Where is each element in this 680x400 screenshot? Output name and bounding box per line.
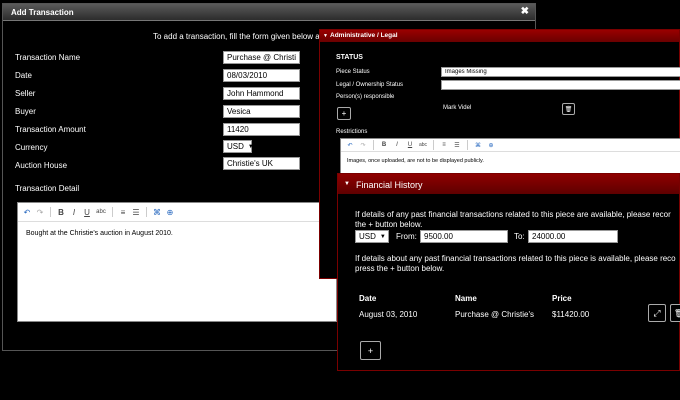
- toolbar-divider: [112, 207, 113, 217]
- close-icon[interactable]: ✖: [521, 6, 529, 17]
- link-icon[interactable]: ⌘: [152, 208, 162, 217]
- legal-status-label: Legal / Ownership Status: [336, 82, 404, 88]
- underline-icon[interactable]: U: [82, 208, 92, 217]
- table-row: August 03, 2010 Purchase @ Christie's $1…: [338, 304, 680, 326]
- currency-value: USD: [227, 142, 244, 151]
- add-transaction-button[interactable]: +: [360, 341, 381, 360]
- table-header-date: Date: [359, 294, 377, 303]
- status-section-title: STATUS: [336, 54, 363, 61]
- persons-responsible-label: Person(s) responsible: [336, 94, 395, 100]
- redo-icon[interactable]: ↷: [35, 208, 45, 217]
- expand-icon: ⤢: [653, 307, 661, 318]
- financial-intro-line1: If details of any past financial transac…: [355, 210, 671, 219]
- financial-intro-line2: the + button below.: [355, 220, 423, 229]
- chevron-down-icon: ▼: [247, 143, 254, 150]
- undo-icon[interactable]: ↶: [22, 208, 32, 217]
- financial-info-line1: If details about any past financial tran…: [355, 254, 676, 263]
- transaction-detail-label: Transaction Detail: [15, 184, 80, 193]
- auction-house-input[interactable]: [223, 157, 300, 170]
- editor-toolbar: ↶ ↷ B I U abc ≡ ☰ ⌘ ⊕: [18, 203, 336, 222]
- detail-text: Bought at the Christie's auction in Augu…: [26, 230, 173, 237]
- strikethrough-icon[interactable]: abc: [95, 209, 107, 215]
- amount-label: Transaction Amount: [15, 125, 86, 134]
- auction-house-label: Auction House: [15, 161, 68, 170]
- unordered-list-icon[interactable]: ☰: [131, 208, 141, 217]
- to-label: To:: [514, 232, 525, 241]
- italic-icon[interactable]: I: [69, 208, 79, 217]
- dialog-titlebar[interactable]: Add Transaction ✖: [3, 4, 535, 21]
- row-price: $11420.00: [552, 310, 590, 319]
- currency-select[interactable]: USD ▼: [223, 140, 254, 153]
- collapse-triangle-icon: ▼: [344, 181, 350, 187]
- dialog-instructions: To add a transaction, fill the form give…: [153, 32, 347, 41]
- seller-label: Seller: [15, 89, 36, 98]
- buyer-input[interactable]: [223, 105, 300, 118]
- row-name: Purchase @ Christie's: [455, 310, 535, 319]
- toolbar-divider: [433, 140, 434, 150]
- to-amount-input[interactable]: [528, 230, 618, 243]
- trash-icon: 🗑: [673, 308, 680, 318]
- ordered-list-icon[interactable]: ≡: [439, 142, 449, 148]
- from-amount-input[interactable]: [420, 230, 508, 243]
- piece-status-input[interactable]: [441, 67, 680, 77]
- financial-currency-value: USD: [359, 232, 376, 241]
- financial-history-panel: ▼ Financial History If details of any pa…: [337, 173, 680, 371]
- restrictions-editor[interactable]: ↶ ↷ B I U abc ≡ ☰ ⌘ ⊕ Images, once uploa…: [340, 138, 680, 174]
- collapse-triangle-icon: ▼: [323, 33, 328, 39]
- toolbar-divider: [373, 140, 374, 150]
- buyer-label: Buyer: [15, 107, 36, 116]
- admin-panel-header[interactable]: ▼ Administrative / Legal: [320, 30, 679, 42]
- restrictions-text: Images, once uploaded, are not to be dis…: [347, 158, 484, 164]
- bold-icon[interactable]: B: [379, 142, 389, 148]
- image-icon[interactable]: ⊕: [165, 208, 175, 217]
- toolbar-divider: [146, 207, 147, 217]
- toolbar-divider: [50, 207, 51, 217]
- toolbar-divider: [467, 140, 468, 150]
- delete-person-button[interactable]: 🗑: [562, 103, 575, 115]
- restrictions-label: Restrictions: [336, 129, 368, 135]
- admin-panel-title: Administrative / Legal: [330, 32, 398, 39]
- date-input[interactable]: [223, 69, 300, 82]
- restrictions-toolbar: ↶ ↷ B I U abc ≡ ☰ ⌘ ⊕: [341, 139, 680, 152]
- underline-icon[interactable]: U: [405, 142, 415, 148]
- financial-currency-select[interactable]: USD ▼: [355, 230, 389, 243]
- transaction-detail-editor[interactable]: ↶ ↷ B I U abc ≡ ☰ ⌘ ⊕ Bought at the Chri…: [17, 202, 337, 322]
- unordered-list-icon[interactable]: ☰: [452, 142, 462, 149]
- strikethrough-icon[interactable]: abc: [418, 142, 428, 148]
- italic-icon[interactable]: I: [392, 142, 402, 148]
- date-label: Date: [15, 71, 32, 80]
- ordered-list-icon[interactable]: ≡: [118, 208, 128, 217]
- delete-transaction-button[interactable]: 🗑: [670, 304, 680, 322]
- seller-input[interactable]: [223, 87, 300, 100]
- chevron-down-icon: ▼: [379, 233, 386, 240]
- financial-history-header[interactable]: ▼ Financial History: [338, 174, 679, 194]
- bold-icon[interactable]: B: [56, 208, 66, 217]
- image-icon[interactable]: ⊕: [486, 142, 496, 149]
- add-person-button[interactable]: +: [337, 107, 351, 120]
- legal-status-input[interactable]: [441, 80, 680, 90]
- plus-icon: +: [367, 345, 374, 356]
- table-header-price: Price: [552, 294, 572, 303]
- transaction-name-label: Transaction Name: [15, 53, 81, 62]
- row-date: August 03, 2010: [359, 310, 418, 319]
- currency-label: Currency: [15, 143, 48, 152]
- edit-transaction-button[interactable]: ⤢: [648, 304, 666, 322]
- link-icon[interactable]: ⌘: [473, 142, 483, 149]
- dialog-title: Add Transaction: [11, 8, 74, 17]
- undo-icon[interactable]: ↶: [345, 142, 355, 149]
- redo-icon[interactable]: ↷: [358, 142, 368, 149]
- amount-input[interactable]: [223, 123, 300, 136]
- from-label: From:: [396, 232, 417, 241]
- table-header-name: Name: [455, 294, 477, 303]
- financial-history-title: Financial History: [356, 180, 423, 190]
- financial-info-line2: press the + button below.: [355, 264, 445, 273]
- trash-icon: 🗑: [564, 106, 573, 113]
- piece-status-label: Piece Status: [336, 69, 370, 75]
- transaction-name-input[interactable]: [223, 51, 300, 64]
- plus-icon: +: [341, 109, 347, 118]
- person-name: Mark Videl: [443, 105, 472, 111]
